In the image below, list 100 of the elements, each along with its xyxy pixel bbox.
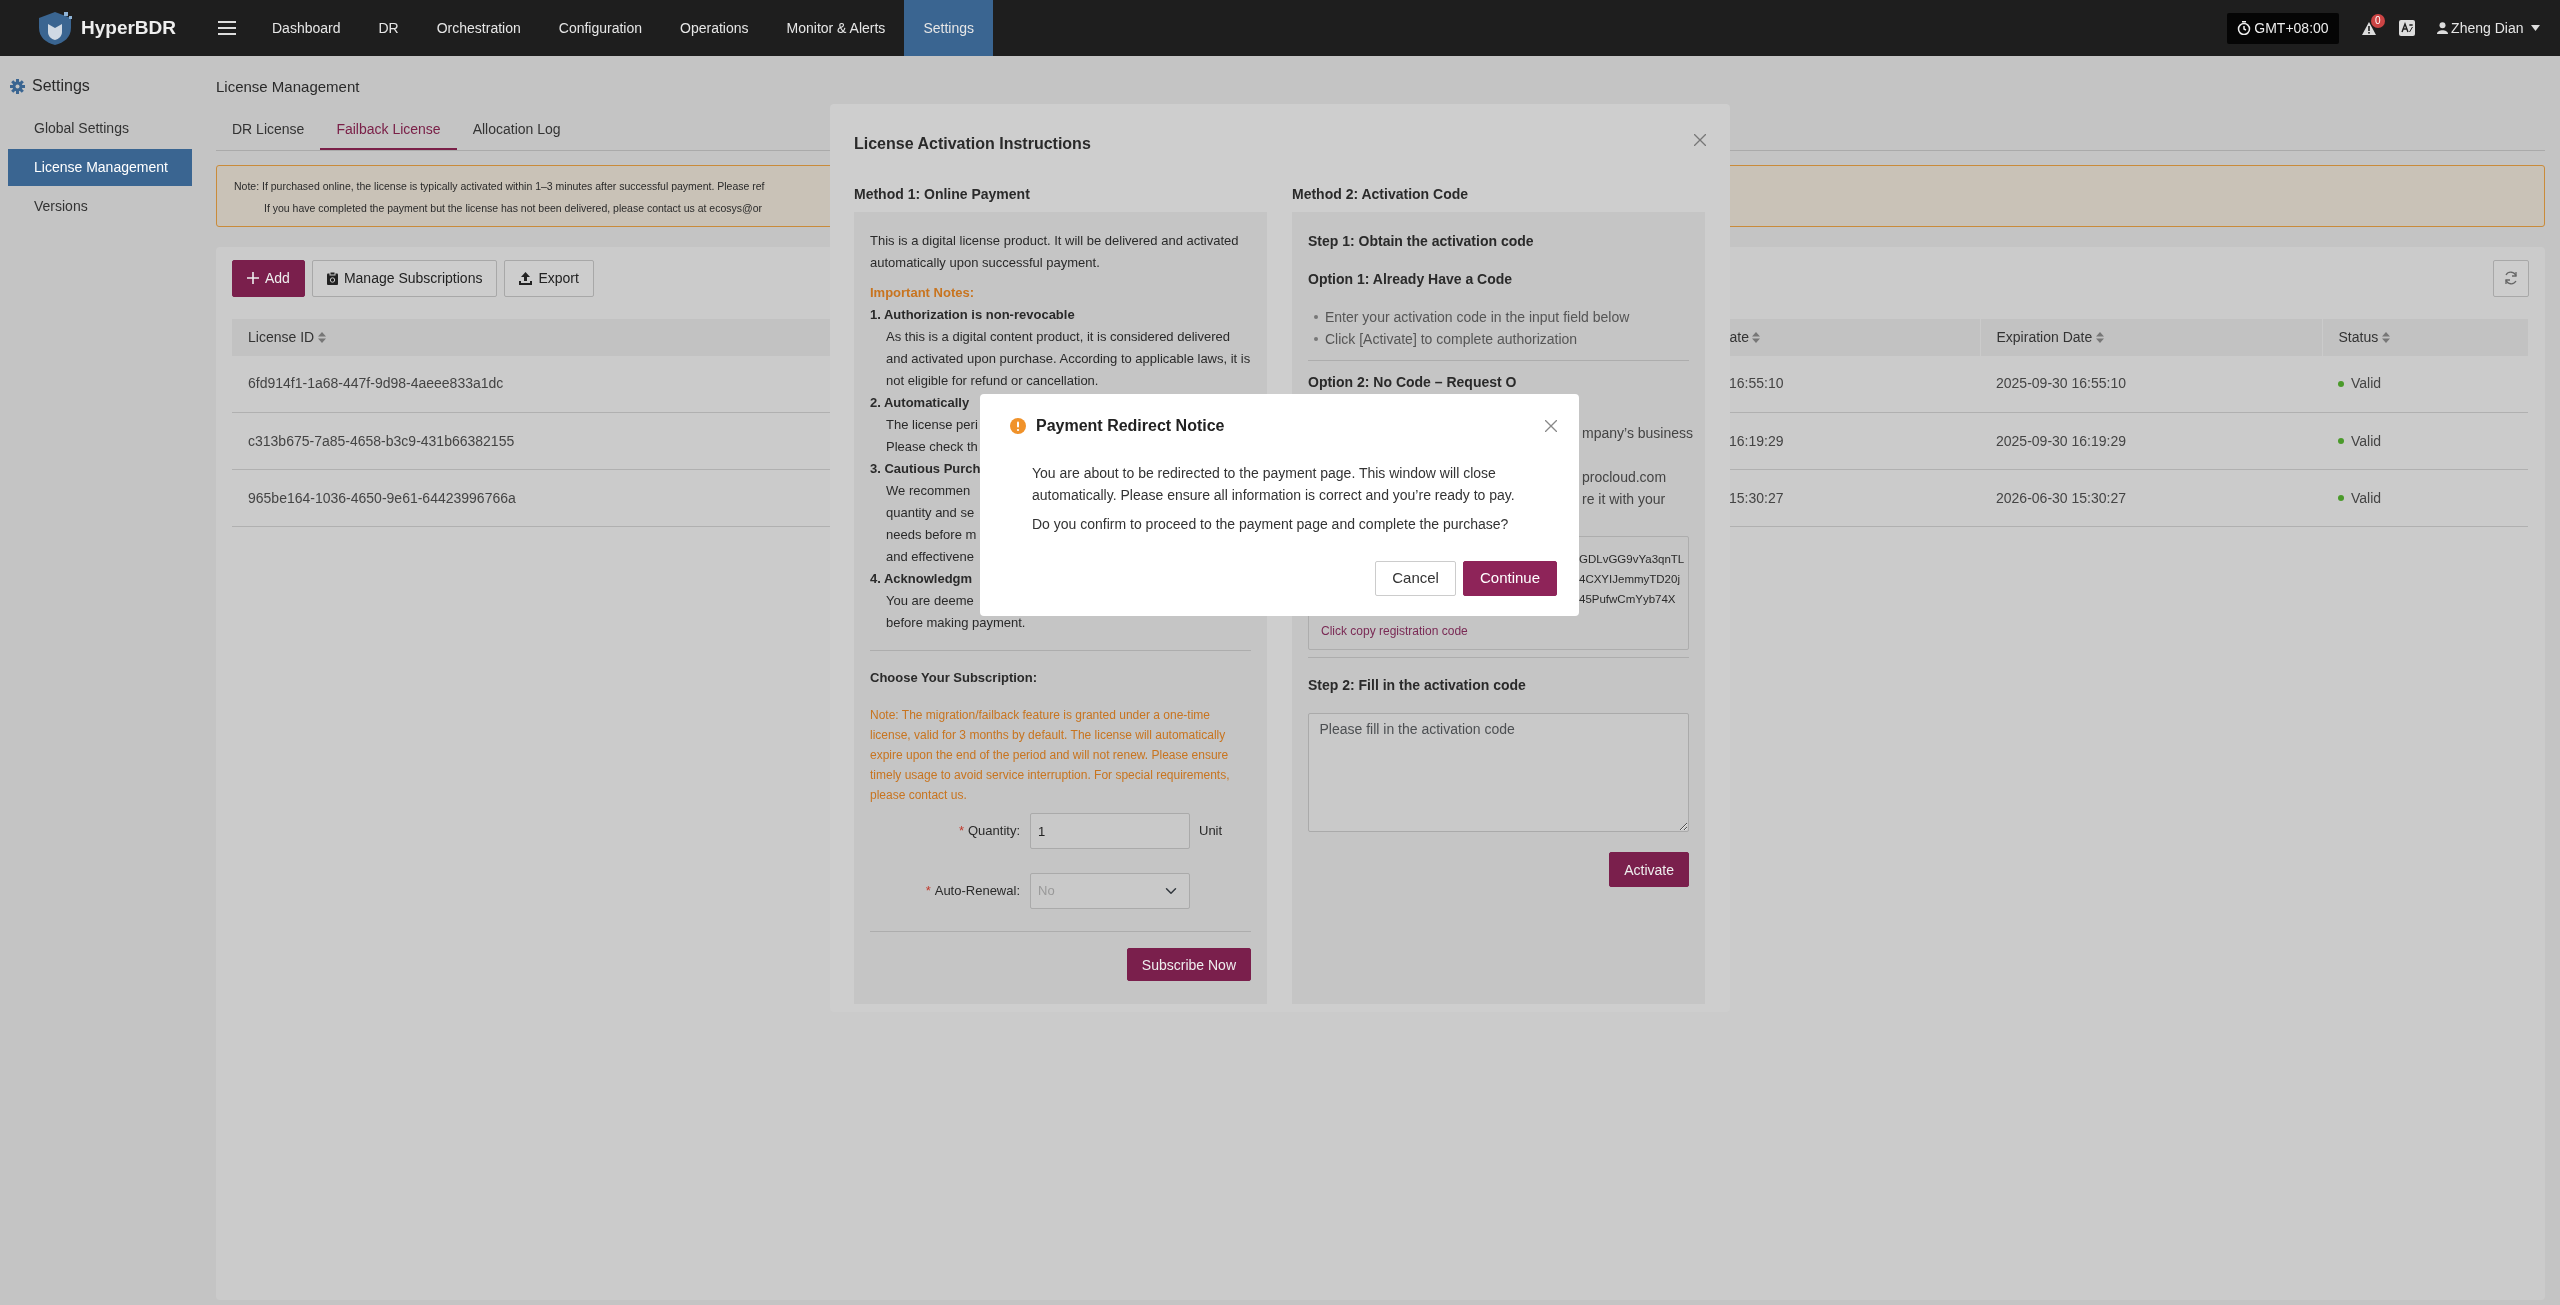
instruction-text: re it with your [1582,490,1666,509]
note-text: before making payment. [886,614,1026,632]
note-text: needs before m [886,526,977,544]
note-text: Please check th [886,438,978,456]
table-cell: 16:55:10 [1729,375,1784,392]
instruction-text: procloud.com [1582,468,1667,487]
column-header[interactable]: Expiration Date [1996,326,2093,348]
notice-text: Note: If purchased online, the license is typically activated within 1–3 minutes after successful payment. Please ref [234,178,765,194]
continue-button[interactable]: Continue [1462,561,1557,596]
column-header[interactable]: Status [2338,326,2379,348]
copy-code-link[interactable]: Click copy registration code [1321,624,1468,638]
nav-menu-item[interactable]: Settings [904,0,993,56]
note-text: As this is a digital content product, it is considered delivered and activated upon purchase. According to applicable laws, it is not eligible for refund or cancellation. [886,328,1251,390]
step-heading: Step 1: Obtain the activation code [1308,232,1535,251]
activate-button[interactable]: Activate [1609,852,1689,887]
nav-menu-item[interactable]: Monitor & Alerts [767,0,905,56]
clipboard-icon [326,271,338,285]
bullet-text: Enter your activation code in the input field below [1325,308,1630,327]
column-header[interactable]: ate [1729,326,1749,348]
intro-text: This is a digital license product. It will be delivered and activated automatically upon successful payment. [870,232,1240,272]
table-cell: 2026-06-30 15:30:27 [1996,489,2126,506]
dialog-title: Payment Redirect Notice [1036,416,1225,436]
sidebar-item[interactable]: Versions [8,188,192,225]
page-title: License Management [216,77,361,97]
table-cell: 16:19:29 [1729,432,1784,449]
user-icon [2436,22,2448,34]
translate-icon[interactable] [2398,20,2415,36]
refresh-button[interactable] [2492,259,2529,297]
subscription-heading: Choose Your Subscription: [870,669,1039,687]
note-text: The license peri [886,416,978,434]
brand-name: HyperBDR [81,15,177,40]
table-cell: 6fd914f1-1a68-447f-9d98-4aeee833a1dc [248,375,504,392]
status-text: Valid [2351,431,2382,451]
nav-menu-item[interactable]: Operations [661,0,768,56]
bullet-text: Click [Activate] to complete authorization [1325,330,1578,349]
upload-icon [519,271,533,285]
export-button[interactable]: Export [504,259,594,297]
instruction-text: mpany’s business [1582,424,1694,443]
note-text: quantity and se [886,504,975,522]
sort-icon [1752,331,1761,343]
status-dot-icon [2338,438,2344,444]
note-text: and effectivene [886,548,974,566]
plus-icon [247,272,259,284]
warning-icon [1010,418,1026,434]
field-label: * Auto-Renewal: [925,882,1020,900]
dialog-message: You are about to be redirected to the payment page. This window will close automatically. Please ensure all information is correct and you’re ready to pay. [1032,464,1516,505]
dialog-question: Do you confirm to proceed to the payment page and complete the purchase? [1032,515,1510,534]
caret-icon [2531,25,2540,31]
note-text: We recommen [886,482,971,500]
table-cell: 2025-09-30 16:19:29 [1996,432,2126,449]
section-heading: Method 2: Activation Code [1292,184,1470,204]
nav-menu-item[interactable]: Configuration [539,0,662,56]
registration-code-text: 4CXYIJemmyTD20j [1579,572,1680,587]
notice-text: If you have completed the payment but the license has not been delivered, please contact us at ecosys@or [264,200,763,216]
quantity-field[interactable]: 1 [1030,813,1190,849]
field-label: * Quantity: [958,822,1020,840]
shield-logo-icon [36,10,74,46]
sort-icon [2095,331,2104,343]
subscribe-button[interactable]: Subscribe Now [1126,948,1251,981]
modal-title: License Activation Instructions [854,134,1091,154]
activation-code-field[interactable]: Please fill in the activation code [1308,713,1689,832]
note-title: 3. Cautious Purch [870,460,981,478]
registration-code-text: GDLvGG9vYa3qnTL [1579,552,1685,567]
nav-menu-item[interactable]: Dashboard [253,0,360,56]
status-text: Valid [2351,374,2382,394]
note-title: 2. Automatically [870,394,970,412]
tab[interactable]: Failback License [320,110,457,150]
column-header[interactable]: License ID [248,326,315,348]
notification-count: 0 [2371,13,2385,28]
bullet-icon [1314,337,1318,341]
refresh-icon [2502,270,2519,286]
tab[interactable]: DR License [216,110,321,150]
close-icon[interactable] [1694,134,1706,146]
user-menu[interactable]: Zheng Dian [2436,17,2540,39]
section-heading: Method 1: Online Payment [854,184,1031,204]
close-icon[interactable] [1545,420,1557,432]
cancel-button[interactable]: Cancel [1375,561,1456,596]
note-title: 1. Authorization is non-revocable [870,306,1076,324]
nav-menu-item[interactable]: DR [359,0,418,56]
timezone-button[interactable]: GMT+08:00 [2226,12,2339,44]
note-title: 4. Acknowledgm [870,570,973,588]
clock-icon [2236,21,2251,35]
bullet-icon [1314,315,1318,319]
sidebar-item[interactable]: Global Settings [8,110,192,147]
sidebar-item[interactable]: License Management [8,149,192,186]
table-cell: 2025-09-30 16:55:10 [1996,375,2126,392]
nav-menu-item[interactable]: Orchestration [417,0,540,56]
add-button[interactable]: Add [232,259,305,297]
gear-icon [10,78,25,94]
sort-icon [317,331,326,343]
table-cell: 15:30:27 [1729,489,1784,506]
manage-subscriptions-button[interactable]: Manage Subscriptions [311,259,498,297]
table-cell: 965be164-1036-4650-9e61-64423996766a [248,489,516,506]
sort-icon [2381,331,2390,343]
status-dot-icon [2338,380,2344,387]
option-heading: Option 1: Already Have a Code [1308,270,1514,289]
sidebar-title: Settings [32,76,90,96]
table-cell: c313b675-7a85-4658-b3c9-431b66382155 [248,432,515,449]
menu-icon[interactable] [218,21,236,35]
tab[interactable]: Allocation Log [456,110,577,150]
